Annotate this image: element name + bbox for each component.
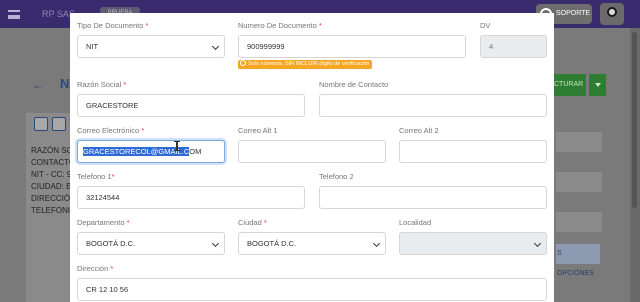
user-icon[interactable]	[52, 117, 66, 131]
user-avatar-icon	[607, 7, 617, 17]
correo-alt2-input[interactable]	[399, 140, 547, 163]
required-mark: *	[126, 218, 130, 227]
telefono1-input[interactable]: 32124544	[77, 186, 305, 209]
back-arrow-icon[interactable]: ←	[32, 78, 44, 92]
required-mark: *	[111, 172, 115, 181]
client-form-modal: Tipo De Documento * NIT Numero De Docume…	[70, 13, 554, 302]
dv-label: DV	[480, 21, 491, 30]
telefono2-input[interactable]	[319, 186, 547, 209]
telefono2-label: Telefono 2	[319, 172, 354, 181]
required-mark: *	[123, 80, 127, 89]
correo-alt2-label: Correo Alt 2	[399, 126, 439, 135]
departamento-label: Departamento	[77, 218, 125, 227]
text-cursor-icon	[174, 141, 180, 151]
required-mark: *	[110, 264, 114, 273]
chevron-down-icon	[533, 239, 542, 248]
nombre-contacto-input[interactable]	[319, 94, 547, 117]
invoice-dropdown-button[interactable]	[589, 74, 606, 96]
background-panel	[556, 212, 602, 232]
invoice-button[interactable]: CTURAR	[552, 74, 586, 96]
background-select	[556, 172, 602, 192]
localidad-select	[399, 232, 547, 255]
direccion-input[interactable]: CR 12 10 56	[77, 278, 547, 301]
page-title-fragment: N	[60, 76, 70, 91]
required-mark: *	[141, 126, 145, 135]
more-options-button[interactable]: S OPCIONES	[556, 244, 600, 277]
support-label: SOPORTE	[556, 10, 591, 17]
required-mark: *	[318, 21, 322, 30]
direccion-value: CR 12 10 56	[86, 285, 129, 294]
departamento-value: BOGOTÁ D.C.	[86, 239, 136, 248]
client-line: CIUDAD: B	[31, 182, 72, 191]
required-mark: *	[145, 21, 149, 30]
required-mark: *	[263, 218, 267, 227]
departamento-select[interactable]: BOGOTÁ D.C.	[77, 232, 225, 255]
correo-alt1-label: Correo Alt 1	[238, 126, 278, 135]
numero-documento-value: 900999999	[247, 42, 285, 51]
client-line: CONTACTO	[31, 158, 76, 167]
tipo-documento-select[interactable]: NIT	[77, 35, 225, 58]
client-line: RAZÓN SO	[31, 146, 73, 155]
telefono1-value: 32124544	[86, 193, 120, 202]
info-icon	[240, 60, 246, 66]
chevron-down-icon	[372, 239, 381, 248]
document-hint-text: Solo números, SIN INCLUIR dígito de veri…	[248, 61, 370, 67]
client-line: DIRECCIÓ	[31, 194, 71, 203]
localidad-label: Localidad	[399, 218, 432, 227]
nombre-contacto-label: Nombre de Contacto	[319, 80, 389, 89]
client-line: TELEFONO	[31, 206, 75, 215]
edit-icon[interactable]	[34, 117, 48, 131]
ciudad-select[interactable]: BOGOTÁ D.C.	[238, 232, 386, 255]
numero-documento-label: Numero De Documento	[238, 21, 317, 30]
telefono1-label: Telefono 1	[77, 172, 112, 181]
correo-input[interactable]: GRACESTORECOL@GMAIL.COM	[77, 140, 225, 163]
page-scrollbar-thumb[interactable]	[632, 32, 637, 208]
tipo-documento-value: NIT	[86, 42, 99, 51]
document-hint-badge: Solo números, SIN INCLUIR dígito de veri…	[238, 60, 373, 69]
background-select	[556, 132, 602, 152]
chevron-down-icon	[211, 239, 220, 248]
ciudad-value: BOGOTÁ D.C.	[247, 239, 297, 248]
dv-input: 4	[480, 35, 547, 58]
hamburger-menu-icon[interactable]	[8, 10, 20, 19]
razon-social-input[interactable]: GRACESTORE	[77, 94, 305, 117]
dv-value: 4	[489, 42, 494, 51]
razon-social-value: GRACESTORE	[86, 101, 139, 110]
tipo-documento-label: Tipo De Documento	[77, 21, 144, 30]
correo-rest-text: OM	[189, 147, 202, 156]
correo-selected-text: GRACESTORECOL@GMAIL.C	[83, 147, 190, 156]
razon-social-label: Razón Social	[77, 80, 122, 89]
chevron-down-icon	[211, 42, 220, 51]
direccion-label: Dirección	[77, 264, 109, 273]
user-menu-button[interactable]	[600, 3, 624, 25]
client-line: NIT - CC: 9	[31, 170, 72, 179]
correo-alt1-input[interactable]	[238, 140, 386, 163]
ciudad-label: Ciudad	[238, 218, 262, 227]
correo-label: Correo Electrónico	[77, 126, 140, 135]
numero-documento-input[interactable]: 900999999	[238, 35, 466, 58]
